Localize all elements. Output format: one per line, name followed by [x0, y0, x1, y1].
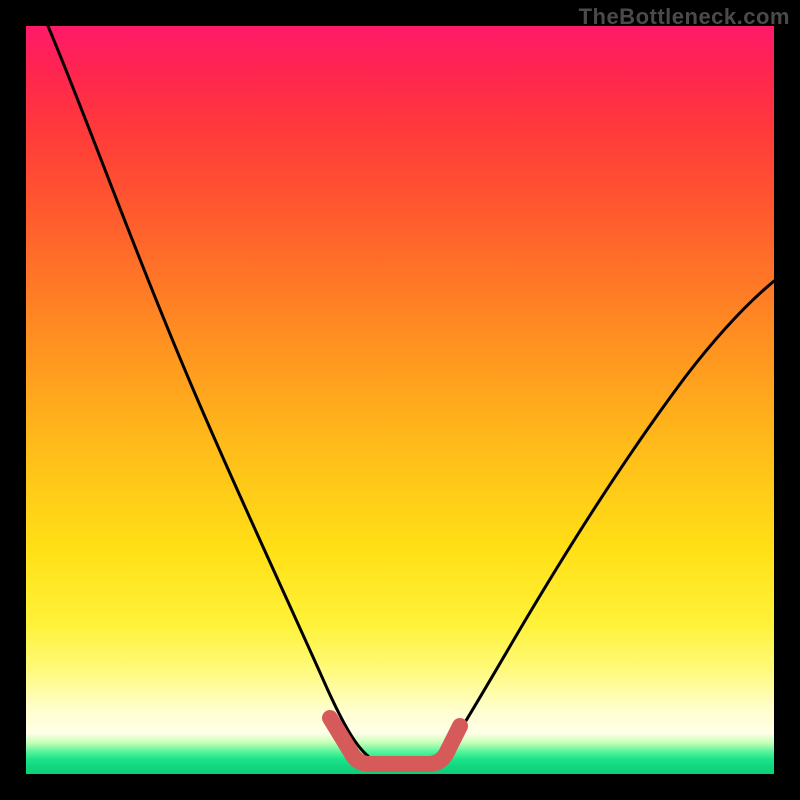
plot-area — [26, 26, 774, 774]
left-curve — [48, 26, 368, 756]
valley-highlight — [330, 718, 460, 764]
curve-layer — [26, 26, 774, 774]
chart-frame: TheBottleneck.com — [0, 0, 800, 800]
watermark-text: TheBottleneck.com — [579, 4, 790, 30]
right-curve — [444, 281, 774, 756]
